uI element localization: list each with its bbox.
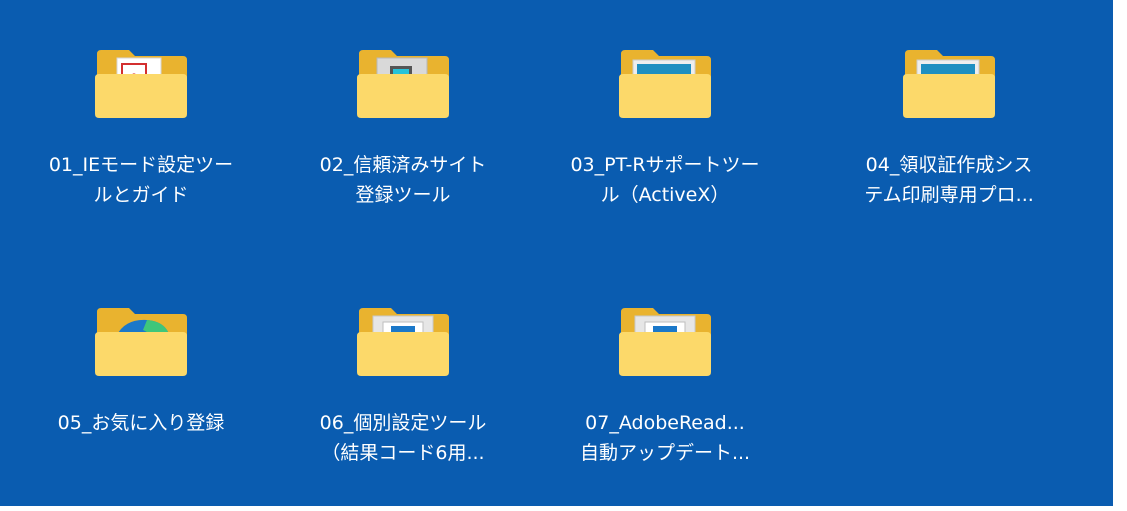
folder-program-icon [357,50,449,118]
folder-window-icon [619,308,711,376]
folder-label: 05_お気に入り登録 [57,412,225,434]
folder-image-icon [619,50,711,118]
folder-window-icon [357,308,449,376]
folder-label: 03_PT-Rサポートツー ル（ActiveX） [570,154,760,206]
folder-edge-icon [95,308,187,376]
folder-label: 02_信頼済みサイト 登録ツール [319,154,487,206]
folder-label: 07_AdobeRead... 自動アップデート... [579,412,751,464]
folder-label: 04_領収証作成シス テム印刷専用プロ... [864,154,1034,206]
desktop: 01_IEモード設定ツー ルとガイド 02_信頼済みサイト 登録ツール 03_P… [0,0,1113,506]
folder-label: 06_個別設定ツール （結果コード6用... [319,412,487,464]
folder-pdf-icon [95,50,187,118]
folder-image-icon [903,50,995,118]
folder-label: 01_IEモード設定ツー ルとガイド [48,154,234,206]
